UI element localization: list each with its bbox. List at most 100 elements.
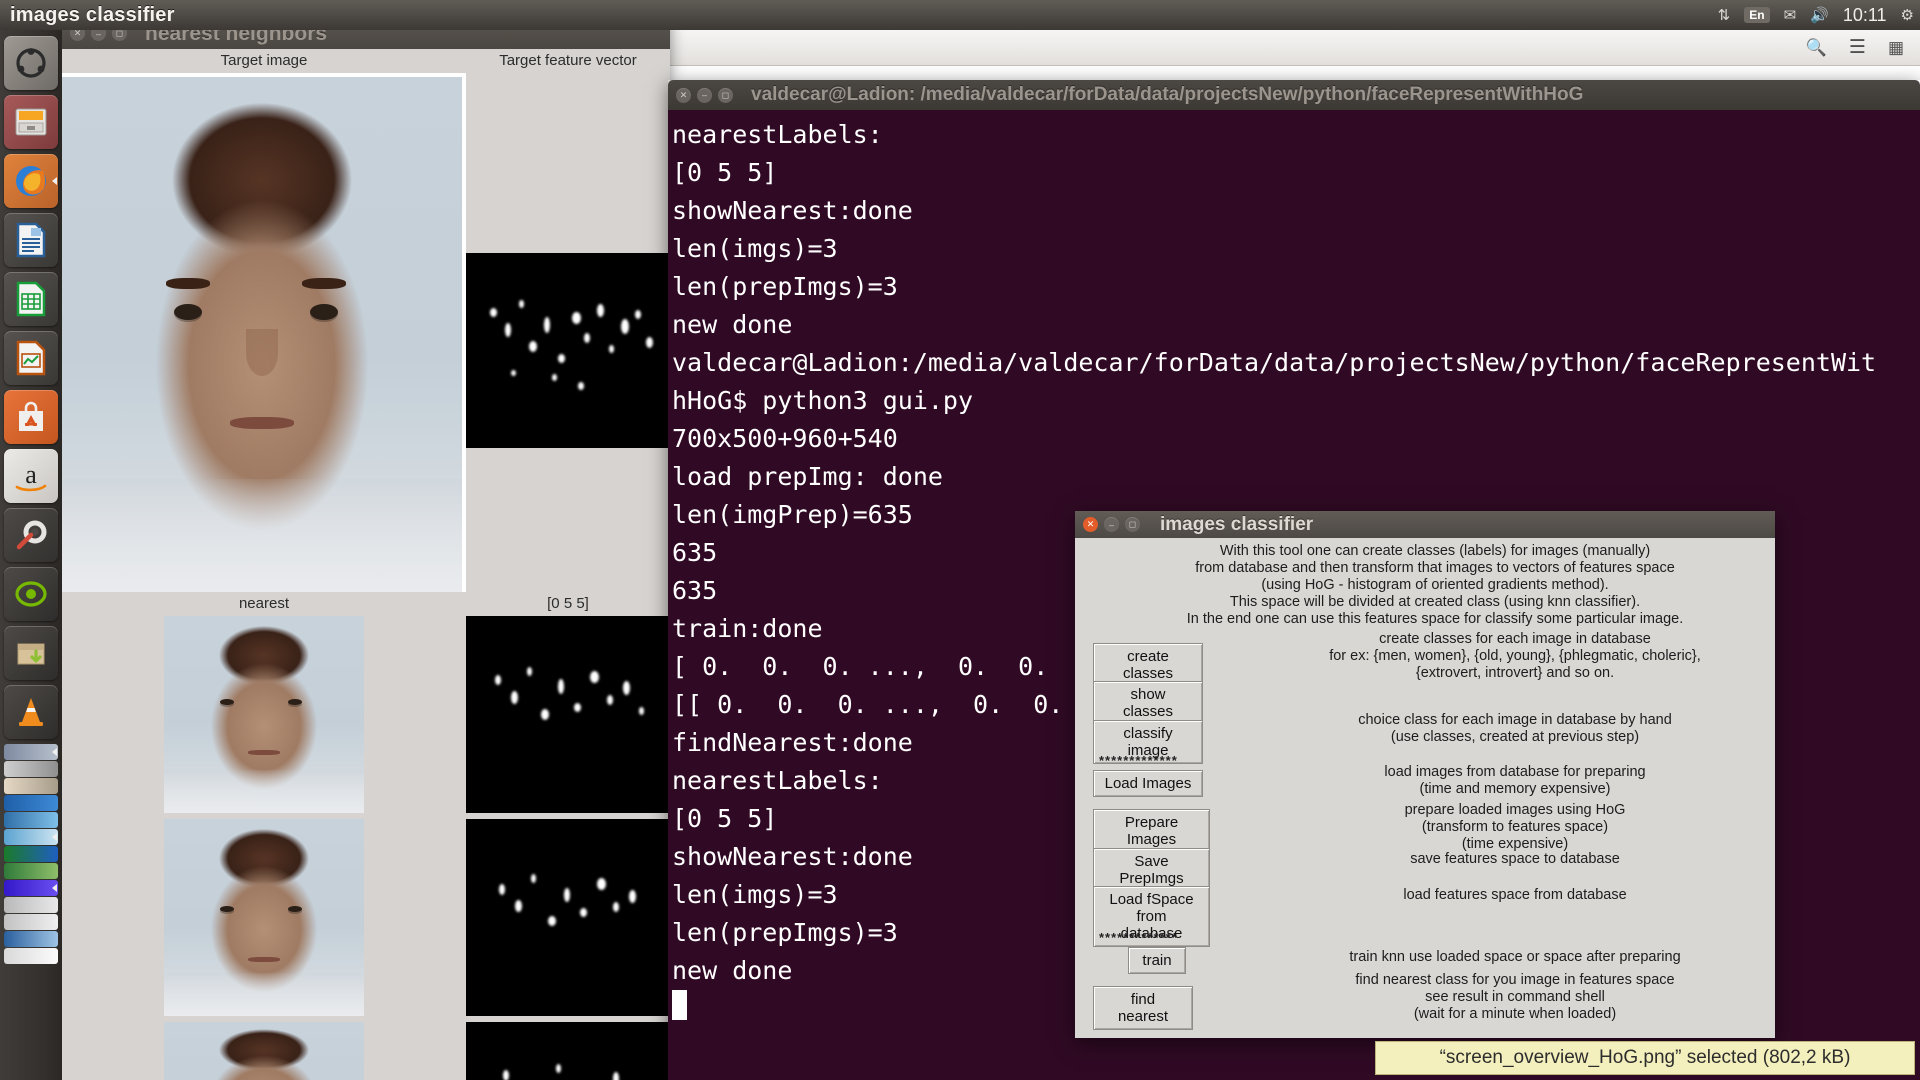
grid-view-icon[interactable]: ▦ bbox=[1888, 38, 1904, 58]
launcher-minimized-window[interactable] bbox=[4, 948, 58, 964]
launcher-minimized-window[interactable] bbox=[4, 812, 58, 828]
launcher-item-amazon[interactable]: a bbox=[4, 449, 58, 503]
close-icon[interactable]: ✕ bbox=[1083, 517, 1098, 532]
load-images-button[interactable]: Load Images bbox=[1093, 770, 1203, 797]
launcher-minimized-window[interactable] bbox=[4, 744, 58, 760]
gear-wrench-icon bbox=[14, 518, 48, 552]
train-description: train knn use loaded space or space afte… bbox=[1275, 949, 1755, 966]
nearest-neighbors-window: ✕ – ◻ nearest neighbors Target image Tar… bbox=[62, 18, 670, 1080]
panel-app-title[interactable]: images classifier bbox=[10, 4, 175, 27]
amazon-a-icon: a bbox=[11, 457, 51, 495]
intro-line: (using HoG - histogram of oriented gradi… bbox=[1135, 577, 1735, 594]
minimize-icon[interactable]: – bbox=[697, 88, 712, 103]
launcher-item-firefox[interactable] bbox=[4, 154, 58, 208]
launcher-item-dash-home[interactable] bbox=[4, 36, 58, 90]
face-brow-left bbox=[166, 278, 210, 289]
system-tray: ⇅ En ✉ 🔊 10:11 ⚙ bbox=[1718, 0, 1914, 30]
load-images-description: load images from database for preparing … bbox=[1275, 764, 1755, 798]
launcher-item-nvidia-settings[interactable] bbox=[4, 567, 58, 621]
firefox-icon bbox=[13, 163, 49, 199]
prepare-images-button[interactable]: Prepare Images bbox=[1093, 809, 1210, 853]
clock-indicator[interactable]: 10:11 bbox=[1843, 5, 1887, 26]
software-bag-icon bbox=[15, 401, 47, 433]
search-icon[interactable]: 🔍 bbox=[1806, 38, 1827, 58]
intro-line: from database and then transform that im… bbox=[1135, 560, 1735, 577]
launcher-item-libreoffice-writer[interactable] bbox=[4, 213, 58, 267]
intro-line: In the end one can use this features spa… bbox=[1135, 611, 1735, 628]
desktop-root: 🔍 ☰ ▦ 11,1 kB image янв 23 2016 ✕ – ◻ ne… bbox=[0, 0, 1920, 1080]
launcher-minimized-window[interactable] bbox=[4, 761, 58, 777]
prepare-images-description: prepare loaded images using HoG (transfo… bbox=[1275, 802, 1755, 853]
nearest-row bbox=[62, 819, 670, 1016]
spreadsheet-icon bbox=[15, 281, 47, 317]
launcher-minimized-window[interactable] bbox=[4, 778, 58, 794]
launcher-item-system-settings[interactable] bbox=[4, 508, 58, 562]
nearest-neighbors-grid: Target image Target feature vector bbox=[62, 49, 670, 1080]
train-button[interactable]: train bbox=[1128, 947, 1186, 974]
speaker-icon[interactable]: 🔊 bbox=[1810, 8, 1829, 23]
launcher-item-software-updater[interactable] bbox=[4, 626, 58, 680]
images-classifier-dialog: ✕ – ◻ images classifier With this tool o… bbox=[1075, 511, 1775, 1038]
nearest-row bbox=[62, 1022, 670, 1080]
dialog-body: With this tool one can create classes (l… bbox=[1075, 538, 1775, 1038]
terminal-cursor bbox=[672, 990, 687, 1020]
presentation-icon bbox=[15, 340, 47, 376]
traffic-cone-icon bbox=[14, 695, 48, 729]
launcher-minimized-window[interactable] bbox=[4, 795, 58, 811]
face-mouth bbox=[230, 417, 294, 429]
hamburger-icon[interactable]: ☰ bbox=[1849, 36, 1866, 59]
caption-target-image: Target image bbox=[62, 49, 466, 73]
launcher-item-files[interactable] bbox=[4, 95, 58, 149]
face-brow-right bbox=[302, 278, 346, 289]
face-eye-left bbox=[174, 304, 202, 320]
caption-nearest: nearest bbox=[62, 592, 466, 616]
face-nose bbox=[246, 329, 278, 375]
maximize-icon[interactable]: ◻ bbox=[718, 88, 733, 103]
launcher-minimized-window[interactable] bbox=[4, 880, 58, 896]
nearest-feature-vector-2 bbox=[466, 819, 670, 1016]
launcher-item-libreoffice-calc[interactable] bbox=[4, 272, 58, 326]
find-nearest-description: find nearest class for you image in feat… bbox=[1275, 972, 1755, 1023]
dialog-titlebar[interactable]: ✕ – ◻ images classifier bbox=[1075, 511, 1775, 538]
launcher-item-ubuntu-software[interactable] bbox=[4, 390, 58, 444]
separator-2: ************* bbox=[1099, 930, 1178, 945]
launcher-minimized-window[interactable] bbox=[4, 829, 58, 845]
launcher-item-vlc[interactable] bbox=[4, 685, 58, 739]
minimize-icon[interactable]: – bbox=[1104, 517, 1119, 532]
status-tooltip: “screen_overview_HoG.png” selected (802,… bbox=[1375, 1041, 1915, 1075]
separator-1: ************* bbox=[1099, 753, 1178, 768]
file-cabinet-icon bbox=[13, 105, 49, 139]
unity-top-panel: images classifier ⇅ En ✉ 🔊 10:11 ⚙ bbox=[0, 0, 1920, 30]
document-icon bbox=[15, 222, 47, 258]
target-image-panel bbox=[62, 73, 466, 592]
show-classes-button[interactable]: show classes bbox=[1093, 681, 1203, 725]
find-nearest-button[interactable]: find nearest bbox=[1093, 986, 1193, 1030]
maximize-icon[interactable]: ◻ bbox=[1125, 517, 1140, 532]
nearest-face-image-1 bbox=[164, 616, 364, 813]
unity-launcher: a bbox=[0, 30, 62, 1080]
launcher-minimized-window[interactable] bbox=[4, 931, 58, 947]
keyboard-layout-indicator[interactable]: En bbox=[1744, 7, 1769, 23]
launcher-minimized-window[interactable] bbox=[4, 897, 58, 913]
terminal-titlebar[interactable]: ✕ – ◻ valdecar@Ladion: /media/valdecar/f… bbox=[668, 80, 1920, 110]
nearest-row bbox=[62, 616, 670, 813]
launcher-minimized-window[interactable] bbox=[4, 863, 58, 879]
nearest-feature-vector-3 bbox=[466, 1022, 670, 1080]
classify-image-description: choice class for each image in database … bbox=[1275, 712, 1755, 746]
envelope-icon[interactable]: ✉ bbox=[1784, 8, 1797, 23]
svg-text:a: a bbox=[25, 460, 37, 489]
launcher-minimized-window[interactable] bbox=[4, 914, 58, 930]
dialog-title: images classifier bbox=[1160, 514, 1313, 536]
save-prepimgs-description: save features space to database bbox=[1275, 851, 1755, 868]
power-gear-icon[interactable]: ⚙ bbox=[1901, 8, 1914, 23]
close-icon[interactable]: ✕ bbox=[676, 88, 691, 103]
ubuntu-logo-icon bbox=[14, 46, 48, 80]
intro-line: This space will be divided at created cl… bbox=[1135, 594, 1735, 611]
launcher-item-libreoffice-impress[interactable] bbox=[4, 331, 58, 385]
launcher-minimized-window[interactable] bbox=[4, 846, 58, 862]
network-icon[interactable]: ⇅ bbox=[1718, 8, 1731, 23]
nearest-face-image-3 bbox=[164, 1022, 364, 1080]
caption-target-feature-vector: Target feature vector bbox=[466, 49, 670, 73]
load-fspace-description: load features space from database bbox=[1275, 887, 1755, 904]
status-tooltip-text: “screen_overview_HoG.png” selected (802,… bbox=[1440, 1047, 1851, 1069]
